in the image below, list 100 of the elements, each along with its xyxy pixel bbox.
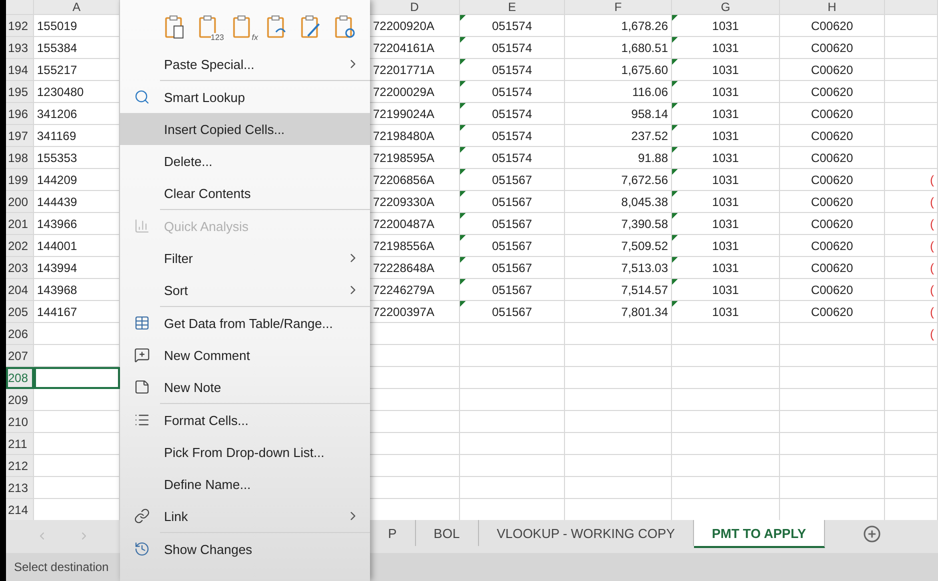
- column-header[interactable]: H: [780, 0, 885, 15]
- table-cell: 051567: [460, 257, 565, 279]
- row-header[interactable]: 203: [6, 257, 34, 279]
- row-header[interactable]: 193: [6, 37, 34, 59]
- table-cell: (: [885, 191, 938, 213]
- table-cell: 051574: [460, 103, 565, 125]
- row-header[interactable]: 207: [6, 345, 34, 367]
- table-cell: (: [885, 301, 938, 323]
- table-cell: [885, 59, 938, 81]
- menu-item[interactable]: Get Data from Table/Range...: [120, 307, 370, 339]
- table-cell: 237.52: [565, 125, 672, 147]
- column-header[interactable]: E: [460, 0, 565, 15]
- row-header[interactable]: 201: [6, 213, 34, 235]
- row-header[interactable]: 211: [6, 433, 34, 455]
- row-header[interactable]: 195: [6, 81, 34, 103]
- menu-item[interactable]: Smart Lookup: [120, 81, 370, 113]
- menu-item[interactable]: Delete...: [120, 145, 370, 177]
- table-cell: 1,678.26: [565, 15, 672, 37]
- table-cell: C00620: [780, 301, 885, 323]
- table-cell: 051574: [460, 147, 565, 169]
- menu-item[interactable]: Pick From Drop-down List...: [120, 436, 370, 468]
- row-header[interactable]: 208: [6, 367, 34, 389]
- row-header[interactable]: 213: [6, 477, 34, 499]
- menu-item[interactable]: Clear Contents: [120, 177, 370, 209]
- row-header[interactable]: 212: [6, 455, 34, 477]
- table-cell: C00620: [780, 257, 885, 279]
- row-header[interactable]: 210: [6, 411, 34, 433]
- table-cell: 91.88: [565, 147, 672, 169]
- menu-item[interactable]: Format Cells...: [120, 404, 370, 436]
- sheet-tab[interactable]: BOL: [416, 520, 479, 546]
- table-cell: 051567: [460, 191, 565, 213]
- row-header[interactable]: 205: [6, 301, 34, 323]
- table-cell: (: [885, 169, 938, 191]
- clipboard-icon[interactable]: [266, 14, 288, 40]
- table-cell: 8,045.38: [565, 191, 672, 213]
- menu-item[interactable]: Insert Copied Cells...: [120, 113, 370, 145]
- row-header[interactable]: 202: [6, 235, 34, 257]
- menu-item[interactable]: New Note: [120, 371, 370, 403]
- row-header[interactable]: 194: [6, 59, 34, 81]
- menu-item[interactable]: Define Name...: [120, 468, 370, 500]
- table-cell: C00620: [780, 59, 885, 81]
- row-header[interactable]: 192: [6, 15, 34, 37]
- comment-icon: [134, 347, 150, 363]
- table-cell: C00620: [780, 213, 885, 235]
- table-cell: 051574: [460, 15, 565, 37]
- history-icon: [134, 541, 150, 557]
- column-header[interactable]: F: [565, 0, 672, 15]
- table-cell: 051567: [460, 213, 565, 235]
- clipboard-icon[interactable]: [334, 14, 356, 40]
- row-header[interactable]: 214: [6, 499, 34, 520]
- table-cell: 7,513.03: [565, 257, 672, 279]
- row-header[interactable]: 199: [6, 169, 34, 191]
- table-cell: C00620: [780, 191, 885, 213]
- add-sheet-icon[interactable]: [863, 525, 882, 543]
- table-cell: [885, 433, 938, 455]
- column-header[interactable]: A: [34, 0, 120, 15]
- menu-item[interactable]: Filter: [120, 242, 370, 274]
- row-header[interactable]: 206: [6, 323, 34, 345]
- menu-item[interactable]: Show Changes: [120, 533, 370, 565]
- table-cell: 051574: [460, 59, 565, 81]
- row-header[interactable]: 209: [6, 389, 34, 411]
- table-cell: 1031: [672, 279, 780, 301]
- table-cell: [885, 411, 938, 433]
- table-cell: (: [885, 257, 938, 279]
- table-cell: 116.06: [565, 81, 672, 103]
- table-cell: 051567: [460, 235, 565, 257]
- clipboard-icon[interactable]: [164, 14, 186, 40]
- table-cell: 1,675.60: [565, 59, 672, 81]
- menu-item[interactable]: Sort: [120, 274, 370, 306]
- table-cell: 051567: [460, 169, 565, 191]
- row-header[interactable]: 198: [6, 147, 34, 169]
- table-cell: [885, 477, 938, 499]
- table-cell: [885, 37, 938, 59]
- table-cell: 1031: [672, 103, 780, 125]
- row-header[interactable]: 200: [6, 191, 34, 213]
- row-header[interactable]: 197: [6, 125, 34, 147]
- row-header[interactable]: 204: [6, 279, 34, 301]
- column-header[interactable]: G: [672, 0, 780, 15]
- table-cell: 7,390.58: [565, 213, 672, 235]
- row-header[interactable]: 196: [6, 103, 34, 125]
- table-cell: 051574: [460, 125, 565, 147]
- table-cell: 1031: [672, 301, 780, 323]
- table-cell: C00620: [780, 103, 885, 125]
- column-header[interactable]: D: [370, 0, 460, 15]
- sheet-tab[interactable]: PMT TO APPLY: [694, 520, 826, 548]
- table-cell: (: [885, 279, 938, 301]
- table-cell: [885, 15, 938, 37]
- table-cell: C00620: [780, 37, 885, 59]
- table-cell: 051574: [460, 81, 565, 103]
- table-cell: 1031: [672, 125, 780, 147]
- table-cell: C00620: [780, 235, 885, 257]
- menu-item[interactable]: New Comment: [120, 339, 370, 371]
- menu-item[interactable]: Link: [120, 500, 370, 532]
- table-cell: 7,672.56: [565, 169, 672, 191]
- menu-item[interactable]: Paste Special...: [120, 48, 370, 80]
- chart-icon: [134, 218, 150, 234]
- paste-option-label: fx: [252, 33, 258, 42]
- table-cell: 1031: [672, 37, 780, 59]
- clipboard-icon[interactable]: [300, 14, 322, 40]
- table-cell: (: [885, 323, 938, 345]
